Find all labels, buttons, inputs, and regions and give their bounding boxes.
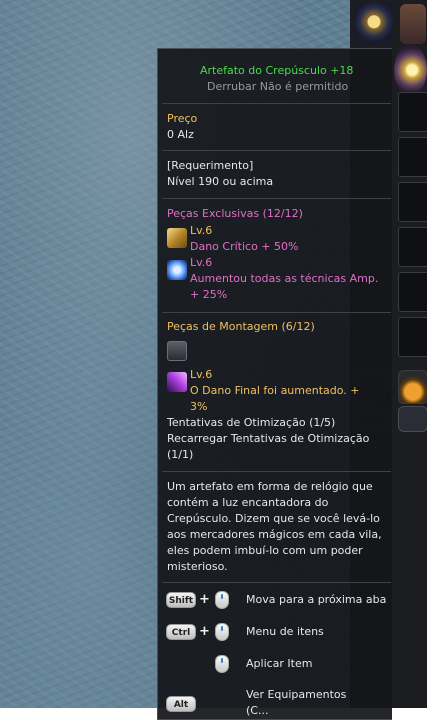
divider bbox=[162, 198, 391, 199]
ctrl-key-icon: Ctrl bbox=[166, 624, 196, 640]
requirement-label: [Requerimento] bbox=[167, 159, 254, 172]
inventory-slot[interactable] bbox=[398, 227, 427, 267]
right-mouse-icon bbox=[215, 591, 229, 609]
inventory-slot[interactable] bbox=[398, 272, 427, 312]
plus-icon: + bbox=[199, 592, 210, 607]
critical-damage-icon bbox=[167, 228, 187, 248]
exclusive-entry-line: Aumentou todas as técnicas Amp. bbox=[190, 272, 379, 285]
assembly-entry-line: O Dano Final foi aumentado. + bbox=[190, 384, 360, 397]
exclusive-entry-level: Lv.6 bbox=[190, 224, 213, 237]
divider bbox=[162, 582, 391, 583]
recharge-attempts-count: (1/1) bbox=[167, 448, 194, 461]
exclusive-entry-line: + 25% bbox=[190, 288, 228, 301]
skill-amp-icon bbox=[167, 260, 187, 280]
divider bbox=[162, 312, 391, 313]
recharge-attempts: Recarregar Tentativas de Otimização bbox=[167, 432, 370, 445]
hotkey-action-continued: (C... bbox=[246, 704, 269, 717]
alt-key-icon: Alt bbox=[166, 696, 196, 712]
divider bbox=[162, 471, 391, 472]
inventory-slot[interactable] bbox=[398, 182, 427, 222]
description-line: Crepúsculo. Dizem que se você levá-lo bbox=[167, 512, 380, 525]
description-line: aos mercadores mágicos em cada vila, bbox=[167, 528, 382, 541]
compass-artifact-icon[interactable] bbox=[354, 2, 394, 46]
flask-icon[interactable] bbox=[398, 370, 427, 404]
hotkey-action: Menu de itens bbox=[246, 625, 324, 638]
assembly-entry-level: Lv.6 bbox=[190, 368, 213, 381]
settings-grid-icon[interactable] bbox=[398, 406, 427, 432]
description-line: Um artefato em forma de relógio que bbox=[167, 480, 373, 493]
description-line: contém a luz encantadora do bbox=[167, 496, 329, 509]
inventory-slot[interactable] bbox=[398, 92, 427, 132]
final-damage-icon bbox=[167, 372, 187, 392]
hotkey-action: Ver Equipamentos bbox=[246, 688, 347, 701]
hotkey-action: Aplicar Item bbox=[246, 657, 313, 670]
divider bbox=[162, 150, 391, 151]
requirement-value: Nível 190 ou acima bbox=[167, 175, 274, 188]
right-mouse-icon bbox=[215, 623, 229, 641]
exclusive-parts-header: Peças Exclusivas (12/12) bbox=[167, 207, 303, 220]
description-line: misterioso. bbox=[167, 560, 228, 573]
twilight-artifact-icon[interactable] bbox=[394, 44, 427, 96]
right-mouse-icon bbox=[215, 655, 229, 673]
item-name: Artefato do Crepúsculo +18 bbox=[200, 64, 354, 77]
optimization-attempts: Tentativas de Otimização (1/5) bbox=[167, 416, 336, 429]
description-line: eles podem imbuí-lo com um poder bbox=[167, 544, 363, 557]
potion-icon[interactable] bbox=[400, 4, 426, 44]
assembly-parts-header: Peças de Montagem (6/12) bbox=[167, 320, 315, 333]
assembly-entry-line: 3% bbox=[190, 400, 208, 413]
inventory-slot[interactable] bbox=[398, 137, 427, 177]
drop-note: Derrubar Não é permitido bbox=[207, 80, 349, 93]
divider bbox=[162, 103, 391, 104]
exclusive-entry-level: Lv.6 bbox=[190, 256, 213, 269]
inventory-slot[interactable] bbox=[398, 317, 427, 357]
empty-socket-icon bbox=[167, 341, 187, 361]
shift-key-icon: Shift bbox=[166, 592, 196, 608]
price-label: Preço bbox=[167, 112, 198, 125]
hotkey-action: Mova para a próxima aba bbox=[246, 593, 387, 606]
exclusive-entry-line: Dano Crítico + 50% bbox=[190, 240, 299, 253]
plus-icon: + bbox=[199, 624, 210, 639]
price-value: 0 Alz bbox=[167, 128, 194, 141]
